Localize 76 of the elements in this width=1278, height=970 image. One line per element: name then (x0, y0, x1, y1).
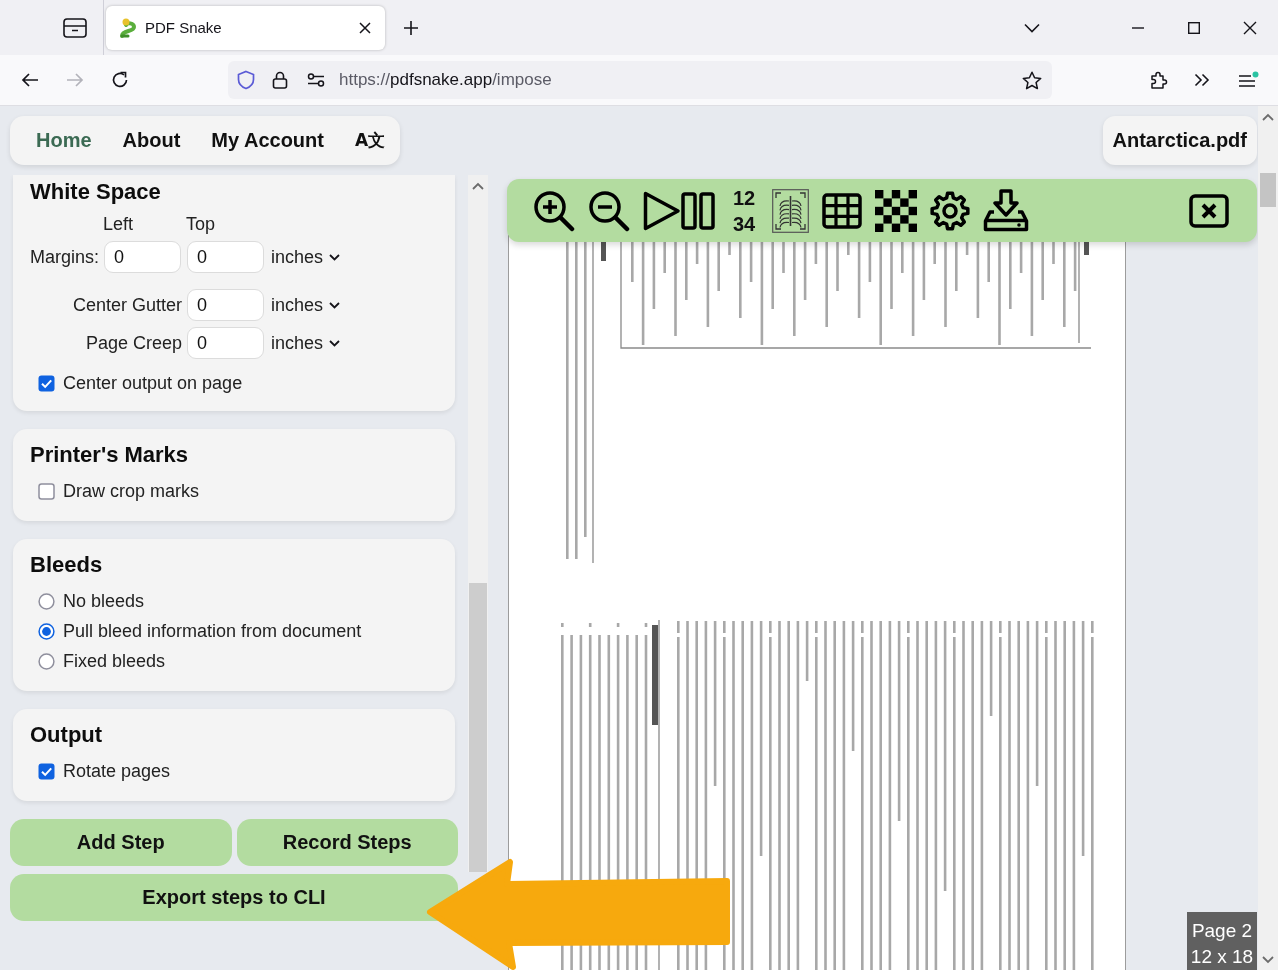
card-title: Output (30, 722, 104, 748)
shield-icon[interactable] (237, 70, 255, 90)
maximize-icon[interactable] (1188, 21, 1200, 34)
checkbox[interactable] (38, 762, 55, 780)
unit-dropdown[interactable]: inches (270, 294, 341, 316)
action-button[interactable]: Record Steps (236, 819, 458, 866)
page-indicator-text: Page 2 (1191, 919, 1253, 943)
checkerboard-icon[interactable] (875, 189, 918, 232)
number-field[interactable]: 0 (187, 289, 264, 321)
radio-button[interactable] (38, 622, 55, 640)
column-heading: Left (103, 213, 134, 235)
field-label: Center Gutter (71, 294, 183, 316)
nav-link[interactable]: Home (36, 129, 92, 152)
number-field[interactable]: 0 (187, 241, 264, 273)
double-chevron-icon[interactable] (1194, 73, 1210, 87)
page-indicator-text: 12 x 18 (1190, 945, 1254, 969)
chevron-up-icon[interactable] (472, 182, 484, 190)
option-label: Pull bleed information from document (63, 620, 362, 642)
close-icon[interactable] (1243, 20, 1257, 35)
address-field[interactable]: https://pdfsnake.app/impose (228, 61, 1052, 99)
play-pause-icon[interactable] (643, 190, 716, 231)
reload-icon[interactable] (111, 71, 129, 89)
option-label: Draw crop marks (63, 480, 200, 502)
chevron-up-icon[interactable] (1262, 113, 1274, 121)
ribcage-icon[interactable] (772, 188, 810, 233)
minimize-icon[interactable] (1132, 26, 1144, 29)
menu-icon[interactable] (1237, 71, 1259, 89)
settings-icon[interactable] (930, 189, 971, 232)
snake-icon (118, 16, 138, 39)
zoom-out-icon[interactable] (588, 189, 630, 232)
column-heading: Top (186, 213, 216, 235)
field-label: Page Creep (84, 332, 183, 354)
back-icon[interactable] (21, 72, 39, 88)
checkbox[interactable] (38, 482, 55, 500)
unit-dropdown[interactable]: inches (270, 246, 341, 268)
page-order-button[interactable]: 12 34 (733, 184, 756, 237)
plus-icon[interactable] (403, 19, 419, 36)
tray-icon[interactable] (63, 17, 87, 38)
zoom-in-icon[interactable] (533, 189, 575, 232)
option-label: Fixed bleeds (63, 650, 166, 672)
caret-icon (329, 253, 341, 261)
lock-icon[interactable] (272, 71, 288, 89)
scrollbar-thumb[interactable] (1260, 173, 1276, 207)
download-icon[interactable] (983, 189, 1030, 232)
option-label: Rotate pages (63, 760, 171, 782)
card-title: White Space (30, 179, 162, 205)
action-button[interactable]: Add Step (10, 819, 232, 866)
scrollbar[interactable] (1258, 106, 1278, 970)
option-label: Center output on page (63, 372, 243, 394)
grid-icon[interactable] (822, 192, 863, 229)
scrollbar[interactable] (468, 175, 488, 872)
checkbox[interactable] (38, 374, 55, 392)
close-icon[interactable] (359, 21, 371, 34)
language-button[interactable]: A文 (354, 129, 386, 152)
radio-button[interactable] (38, 652, 55, 670)
action-button[interactable]: Export steps to CLI (10, 874, 458, 921)
caret-icon (329, 301, 341, 309)
nav-link[interactable]: About (122, 129, 181, 152)
browser-tab[interactable]: PDF Snake (106, 5, 385, 50)
radio-button[interactable] (38, 592, 55, 610)
file-name-card: Antarctica.pdf (1102, 116, 1257, 165)
card-title: Bleeds (30, 552, 104, 578)
card-title: Printer's Marks (30, 442, 190, 468)
option-label: No bleeds (63, 590, 145, 612)
unit-dropdown[interactable]: inches (270, 332, 341, 354)
nav-link[interactable]: My Account (211, 129, 324, 152)
scrollbar-thumb[interactable] (469, 583, 487, 872)
puzzle-icon[interactable] (1150, 71, 1168, 89)
caret-icon (329, 339, 341, 347)
sliders-icon[interactable] (307, 73, 325, 87)
field-label: Margins: (30, 246, 101, 268)
number-field[interactable]: 0 (104, 241, 181, 273)
chevron-down-icon[interactable] (1024, 22, 1040, 33)
close-icon[interactable] (1189, 193, 1229, 228)
number-field[interactable]: 0 (187, 327, 264, 359)
star-icon[interactable] (1022, 70, 1042, 90)
